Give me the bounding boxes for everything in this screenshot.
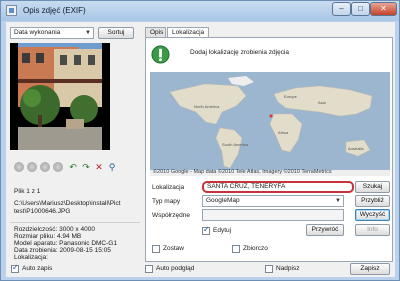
app-icon: [6, 5, 17, 16]
exif-camera-model: Model aparatu: Panasonic DMC-G1: [14, 240, 117, 247]
autopreview-checkbox[interactable]: [145, 265, 153, 273]
coordinates-input[interactable]: [202, 209, 344, 221]
clear-button[interactable]: Wyczyść: [355, 209, 390, 221]
leave-checkbox[interactable]: [152, 245, 160, 253]
previous-photo-icon[interactable]: [27, 162, 37, 172]
photo-toolbar: ↶ ↷ ✕ ⚲: [14, 162, 134, 174]
left-panel: Data wykonania ▼ Sortuj ↶ ↷ ✕ ⚲ Plik 1 z…: [6, 22, 143, 262]
map-copyright: ©2010 Google - Map data ©2010 Tele Atlas…: [153, 169, 332, 175]
leave-label: Zostaw: [163, 245, 184, 252]
location-hint: Dodaj lokalizację zrobienia zdjęcia: [190, 49, 289, 56]
first-photo-icon[interactable]: [14, 162, 24, 172]
photo-image: [10, 43, 110, 150]
zoom-in-button[interactable]: Przybliż: [355, 195, 390, 207]
exif-resolution: Rozdzielczość: 3000 x 4000: [14, 226, 95, 233]
tab-bar: Opis Lokalizacja: [145, 27, 393, 38]
edit-label: Edytuj: [213, 227, 232, 234]
collective-checkbox[interactable]: [232, 245, 240, 253]
close-button[interactable]: ✕: [370, 2, 397, 16]
file-path-line-2: test\P1000646.JPG: [14, 208, 71, 215]
svg-text:Africa: Africa: [278, 130, 289, 135]
chevron-down-icon: ▼: [335, 198, 341, 204]
svg-text:South America: South America: [222, 142, 249, 147]
svg-text:Europe: Europe: [284, 94, 298, 99]
exif-date-taken: Data zrobienia: 2009-08-15 15:05: [14, 247, 111, 254]
map-type-value: GoogleMap: [206, 197, 240, 204]
edit-checkbox[interactable]: [202, 225, 210, 235]
world-map[interactable]: North America South America Africa Asia …: [150, 72, 390, 176]
last-photo-icon[interactable]: [53, 162, 63, 172]
overwrite-checkbox[interactable]: [265, 265, 273, 273]
delete-icon[interactable]: ✕: [94, 162, 104, 172]
map-type-label: Typ mapy: [152, 198, 181, 205]
collective-label: Zbiorczo: [243, 245, 268, 252]
sort-select-value: Data wykonania: [14, 29, 61, 36]
rotate-right-icon[interactable]: ↷: [81, 162, 91, 172]
photo-preview[interactable]: [10, 43, 110, 150]
sort-select[interactable]: Data wykonania ▼: [10, 27, 94, 39]
chevron-down-icon: ▼: [85, 30, 91, 36]
rotate-left-icon[interactable]: ↶: [68, 162, 78, 172]
svg-text:Asia: Asia: [318, 100, 327, 105]
map-marker-icon: [151, 45, 170, 64]
autosave-label: Auto zapis: [22, 265, 53, 272]
coordinates-label: Współrzędne: [152, 212, 190, 219]
location-input[interactable]: SANTA CRUZ, TENERYFA: [202, 181, 354, 193]
app-window: Opis zdjęć (EXIF) – □ ✕ Data wykonania ▼…: [0, 0, 400, 281]
client-area: Data wykonania ▼ Sortuj ↶ ↷ ✕ ⚲ Plik 1 z…: [6, 22, 395, 277]
save-button[interactable]: Zapisz: [350, 263, 390, 275]
file-path-line-1: C:\Users\Mariusz\Desktop\install\Pict: [14, 200, 121, 207]
overwrite-label: Nadpisz: [276, 265, 300, 272]
autopreview-label: Auto podgląd: [156, 265, 195, 272]
title-bar: Opis zdjęć (EXIF) – □ ✕: [1, 1, 399, 21]
bottom-bar: Auto zapis Auto podgląd Nadpisz Zapisz: [6, 262, 395, 277]
restore-button[interactable]: Przywróć: [306, 224, 344, 236]
divider: [10, 222, 140, 223]
search-button[interactable]: Szukaj: [355, 181, 390, 193]
tab-opis[interactable]: Opis: [145, 27, 166, 37]
location-label: Lokalizacja: [152, 184, 185, 191]
svg-text:North America: North America: [194, 104, 220, 109]
window-title: Opis zdjęć (EXIF): [23, 6, 86, 15]
world-map-image: North America South America Africa Asia …: [150, 72, 390, 176]
next-photo-icon[interactable]: [40, 162, 50, 172]
location-panel: Dodaj lokalizację zrobienia zdjęcia Nort…: [145, 37, 393, 262]
info-button[interactable]: Info: [355, 224, 390, 236]
map-type-select[interactable]: GoogleMap ▼: [202, 195, 344, 207]
svg-text:Australia: Australia: [348, 146, 364, 151]
zoom-icon[interactable]: ⚲: [107, 162, 117, 172]
autosave-checkbox[interactable]: [11, 263, 19, 273]
exif-location: Lokalizacja:: [14, 254, 48, 261]
maximize-button[interactable]: □: [351, 2, 370, 16]
file-counter: Plik 1 z 1: [14, 188, 41, 195]
exif-file-size: Rozmiar pliku: 4.94 MB: [14, 233, 82, 240]
minimize-button[interactable]: –: [332, 2, 351, 16]
sort-button[interactable]: Sortuj: [98, 27, 134, 39]
